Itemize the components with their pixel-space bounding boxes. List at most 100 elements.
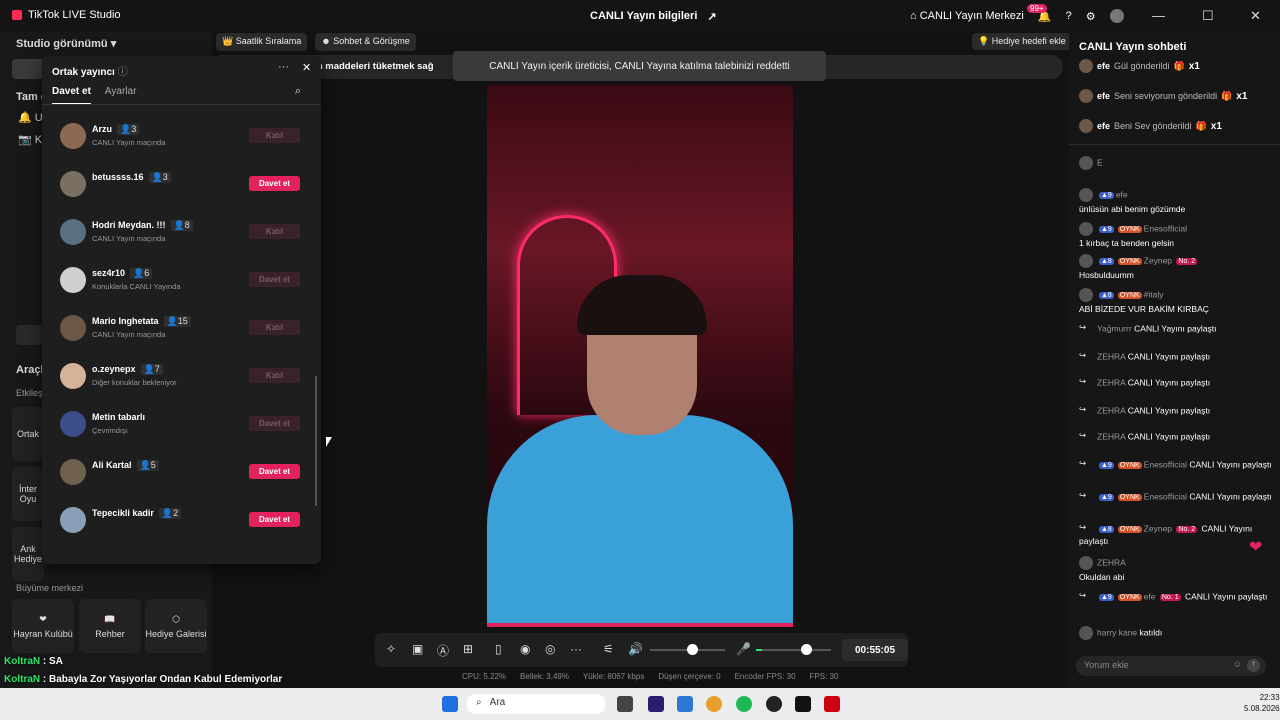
outlook-icon[interactable] — [677, 696, 693, 712]
invite-button[interactable]: Davet et — [249, 512, 300, 527]
avatar — [60, 459, 86, 485]
gift-poll-tile[interactable]: Ank Hediye — [12, 527, 44, 581]
tab-settings[interactable]: Ayarlar — [105, 86, 137, 105]
share-icon[interactable]: ↗ — [707, 10, 716, 23]
gift-message: efe Beni Sev gönderildi 🎁 x1 — [1079, 119, 1222, 133]
join-button[interactable]: Katıl — [249, 320, 300, 335]
guide-tile[interactable]: 📖 Rehber — [79, 599, 141, 653]
add-source-icon[interactable]: ⊞ — [463, 642, 473, 656]
join-button[interactable]: Katıl — [249, 368, 300, 383]
recorder-icon[interactable] — [824, 696, 840, 712]
avatar — [60, 267, 86, 293]
chat-username[interactable]: ZEHRA — [1097, 557, 1126, 567]
after-effects-icon[interactable] — [648, 696, 664, 712]
chat-username[interactable]: Enesofficial — [1144, 459, 1190, 469]
chat-username[interactable]: Zeynep — [1144, 523, 1175, 533]
chat-username[interactable]: ZEHRA — [1097, 405, 1128, 415]
phone-icon[interactable]: ▯ — [495, 642, 502, 656]
chat-username[interactable]: harry kane — [1097, 627, 1140, 637]
mic-slider[interactable] — [756, 649, 831, 651]
screen-icon[interactable]: ▣ — [412, 642, 423, 656]
capture-icon[interactable]: ◎ — [545, 642, 555, 656]
maximize-icon[interactable]: ☐ — [1202, 8, 1214, 24]
heart-icon: ❤ — [1249, 539, 1263, 556]
cpu-stat: CPU: 5.22% — [462, 672, 507, 681]
user-status: CANLI Yayın maçında — [92, 234, 166, 243]
chat-username[interactable]: efe — [1116, 189, 1128, 199]
chat-message: ↪ ZEHRA CANLI Yayını paylaştı — [1079, 430, 1274, 444]
dropped-frames-stat: Düşen çerçeve: 0 — [658, 672, 721, 681]
chat-username[interactable]: ZEHRA — [1097, 351, 1128, 361]
invite-button[interactable]: Davet et — [249, 416, 300, 431]
hourly-ranking-chip[interactable]: 👑 Saatlik Sıralama — [216, 33, 308, 51]
emoji-icon[interactable]: ☺ — [1233, 659, 1242, 669]
viewer-count: 👤3 — [117, 124, 140, 135]
close-icon[interactable]: ✕ — [1250, 8, 1261, 24]
studio-view-selector[interactable]: Studio görünümü ▾ — [16, 37, 116, 50]
chat-username[interactable]: Enesofficial — [1144, 223, 1187, 233]
share-icon: ↪ — [1079, 522, 1087, 532]
chat-username[interactable]: #italy — [1144, 289, 1164, 299]
user-name: Arzu 👤3 — [92, 124, 140, 135]
windows-start-icon[interactable] — [442, 696, 458, 712]
add-gift-goal-button[interactable]: 💡 Hediye hedefi ekle — [972, 33, 1072, 50]
gift-icon: 🎁 — [1221, 90, 1233, 101]
chat-username[interactable]: Yağmurrr — [1097, 323, 1134, 333]
more-icon[interactable]: ··· — [278, 61, 289, 73]
chat-username[interactable]: Zeynep — [1144, 255, 1175, 265]
tiktok-icon[interactable] — [795, 696, 811, 712]
tiktok-logo-icon — [12, 10, 22, 20]
live-center-button[interactable]: ⌂ CANLI Yayın Merkezi — [910, 10, 1024, 22]
volume-icon[interactable]: 🔊 — [628, 642, 643, 656]
microphone-icon[interactable]: 🎤 — [736, 642, 751, 656]
spotify-icon[interactable] — [736, 696, 752, 712]
chat-username[interactable]: Enesofficial — [1144, 491, 1190, 501]
chrome-icon[interactable] — [706, 696, 722, 712]
chat-username[interactable]: E — [1097, 157, 1103, 167]
share-icon: ↪ — [1079, 430, 1087, 440]
fan-club-tile[interactable]: ❤ Hayran Kulübü — [12, 599, 74, 653]
more-icon[interactable]: ··· — [570, 642, 582, 656]
minimize-icon[interactable]: — — [1152, 8, 1165, 23]
chat-username[interactable]: efe — [1144, 591, 1158, 601]
live-info-title[interactable]: CANLI Yayın bilgileri ↗ — [590, 10, 717, 23]
avatar — [1079, 222, 1093, 236]
send-icon[interactable]: ↑ — [1247, 659, 1260, 672]
scrollbar[interactable] — [315, 376, 317, 506]
mic-slider-thumb[interactable] — [801, 644, 812, 655]
ai-icon[interactable]: Ⓐ — [437, 642, 449, 659]
app-icon[interactable] — [766, 696, 782, 712]
profile-avatar[interactable] — [1109, 9, 1124, 23]
live-video-preview — [487, 85, 793, 627]
record-icon[interactable]: ◉ — [520, 642, 530, 656]
co-host-tile[interactable]: Ortak — [12, 407, 44, 461]
interactive-games-tile[interactable]: İnter Oyu — [12, 467, 44, 521]
chat-input[interactable]: Yorum ekle ☺ ↑ — [1076, 656, 1266, 676]
tab-invite[interactable]: Davet et — [52, 86, 91, 105]
invite-button[interactable]: Davet et — [249, 272, 300, 287]
close-popup-icon[interactable]: ✕ — [302, 61, 311, 74]
taskbar-search[interactable]: ⌕ Ara — [466, 694, 606, 714]
chat-message: harry kane katıldı — [1079, 626, 1274, 640]
effects-icon[interactable]: ✧ — [386, 642, 396, 656]
volume-slider-thumb[interactable] — [687, 644, 698, 655]
settings-icon[interactable]: ⚙ — [1086, 10, 1096, 23]
help-icon[interactable]: ? — [1066, 10, 1072, 22]
join-button[interactable]: Katıl — [249, 224, 300, 239]
info-icon[interactable]: ⓘ — [118, 67, 128, 78]
chat-username[interactable]: ZEHRA — [1097, 377, 1128, 387]
search-icon[interactable]: ⌕ — [295, 85, 301, 98]
rank-badge: No. 2 — [1176, 526, 1198, 534]
join-button[interactable]: Katıl — [249, 128, 300, 143]
chat-call-chip[interactable]: ☻ Sohbet & Görüşme — [315, 33, 416, 51]
avatar — [60, 363, 86, 389]
chat-username[interactable]: ZEHRA — [1097, 431, 1128, 441]
sliders-icon[interactable]: ⚟ — [603, 642, 614, 656]
invite-button[interactable]: Davet et — [249, 176, 300, 191]
avatar — [60, 411, 86, 437]
camera-icon: 📷 K — [18, 134, 43, 146]
invite-button[interactable]: Davet et — [249, 464, 300, 479]
avatar — [60, 219, 86, 245]
gift-gallery-tile[interactable]: ⬡ Hediye Galerisi — [145, 599, 207, 653]
taskview-icon[interactable] — [617, 696, 633, 712]
